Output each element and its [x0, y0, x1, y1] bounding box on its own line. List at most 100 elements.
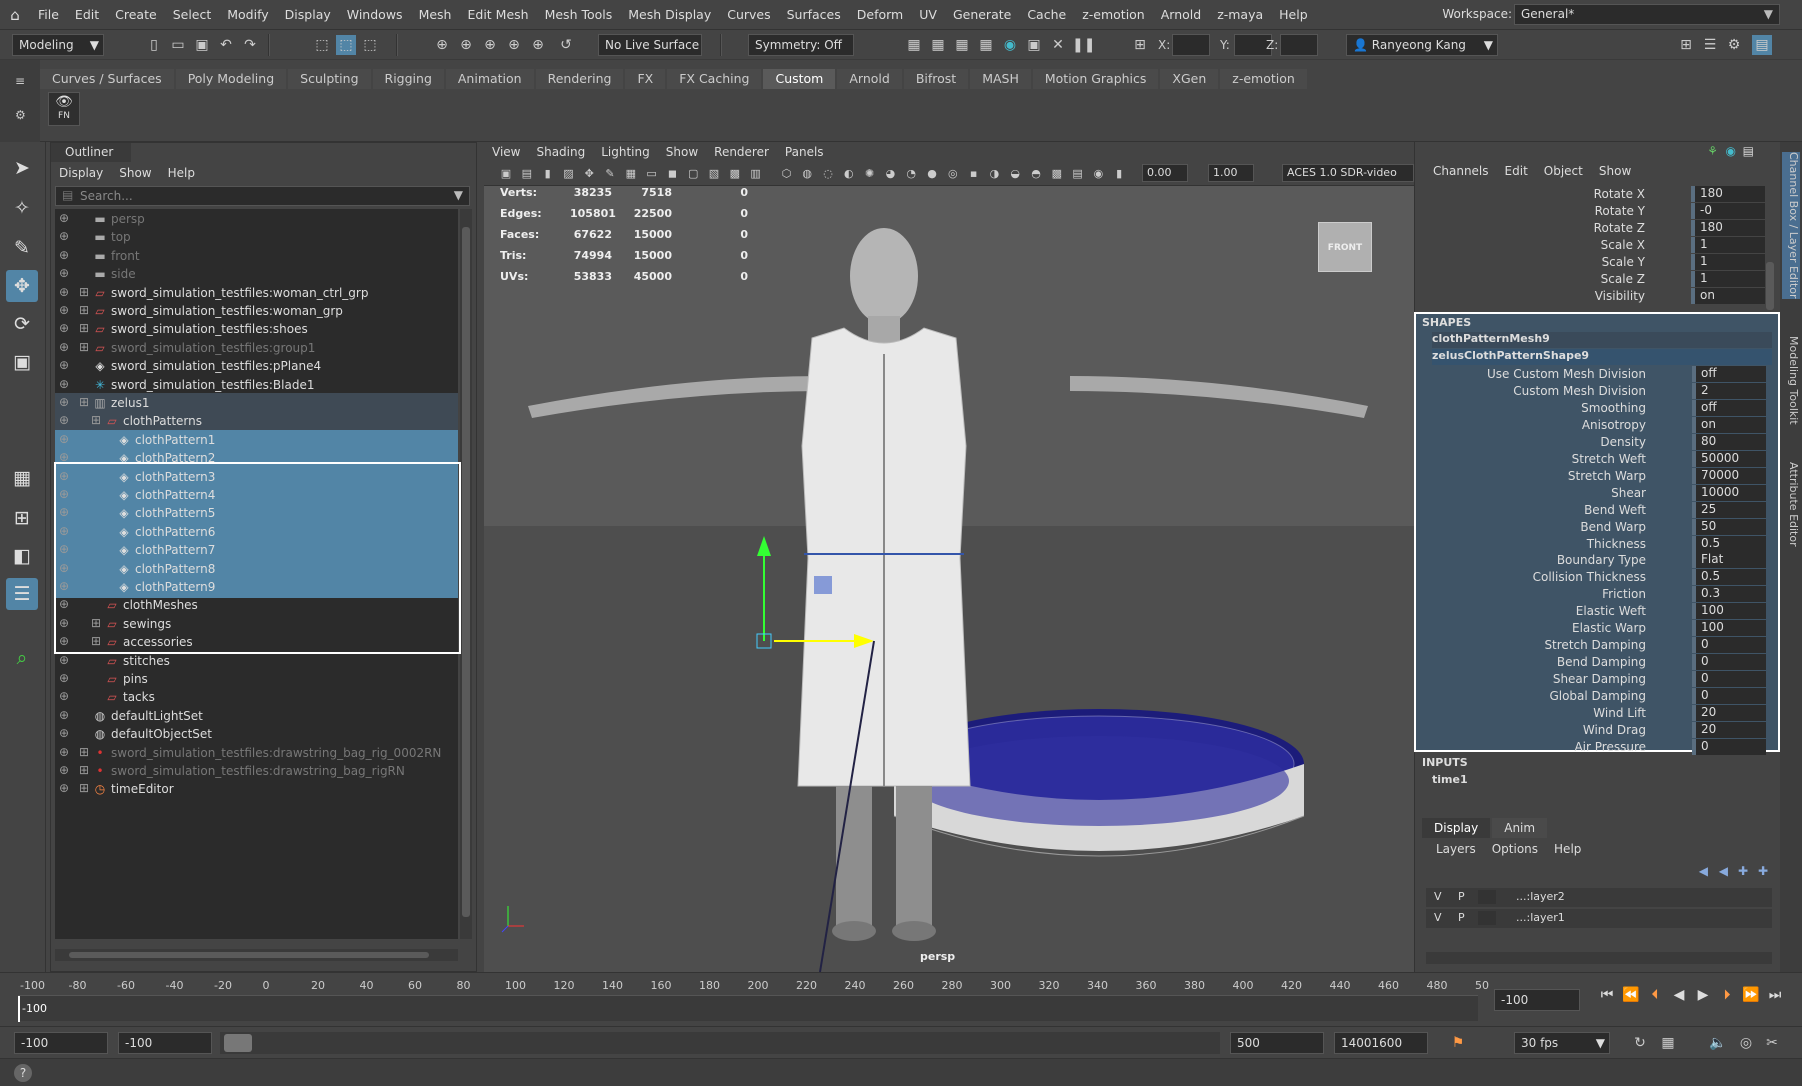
- new-scene-icon[interactable]: ▯: [144, 35, 164, 55]
- attribute-value-field[interactable]: 10000: [1692, 484, 1766, 501]
- attribute-editor-icon[interactable]: ☰: [1700, 35, 1720, 55]
- tool-settings-icon[interactable]: ⚙: [1724, 35, 1744, 55]
- expand-toggle-icon[interactable]: ⊕: [59, 266, 69, 280]
- expand-toggle-icon[interactable]: ⊕: [59, 303, 69, 317]
- attribute-value-field[interactable]: 2: [1692, 382, 1766, 399]
- shelf-tab-rigging[interactable]: Rigging: [372, 69, 444, 89]
- attribute-value-field[interactable]: 0.5: [1692, 569, 1766, 586]
- modeling-toolkit-icon[interactable]: ⊞: [1676, 35, 1696, 55]
- new-layer-icon[interactable]: ✚: [1738, 864, 1748, 878]
- attribute-row[interactable]: Friction 0.3: [1416, 586, 1766, 603]
- outliner-menu-show[interactable]: Show: [111, 166, 159, 180]
- expand-toggle-icon[interactable]: ⊕: [59, 653, 69, 667]
- shadows-icon[interactable]: ◕: [880, 164, 900, 184]
- plus-icon[interactable]: ⊞: [79, 285, 89, 299]
- move-layer-down-icon[interactable]: ◀: [1719, 864, 1728, 878]
- menu-generate[interactable]: Generate: [945, 7, 1019, 22]
- safe-title-icon[interactable]: ▥: [746, 164, 766, 184]
- 2d-pan-icon[interactable]: ✥: [579, 164, 599, 184]
- film-gate-icon[interactable]: ▭: [642, 164, 662, 184]
- scrollbar-thumb[interactable]: [69, 952, 429, 958]
- field-chart-icon[interactable]: ▧: [704, 164, 724, 184]
- expand-toggle-icon[interactable]: ⊕: [59, 469, 69, 483]
- attribute-value-field[interactable]: 0.5: [1692, 535, 1766, 552]
- render-frame-icon[interactable]: ▦: [904, 35, 924, 55]
- shape-node-mesh[interactable]: clothPatternMesh9: [1432, 332, 1772, 348]
- outliner-menu-help[interactable]: Help: [160, 166, 203, 180]
- attribute-value-field[interactable]: 20: [1692, 721, 1766, 738]
- expand-toggle-icon[interactable]: ⊕: [59, 689, 69, 703]
- shelf-button-fn[interactable]: 👁 FN: [48, 92, 80, 126]
- menu-surfaces[interactable]: Surfaces: [779, 7, 849, 22]
- layer-color-swatch[interactable]: [1478, 890, 1496, 904]
- expand-toggle-icon[interactable]: ⊕: [59, 597, 69, 611]
- symmetry-dropdown[interactable]: Symmetry: Off: [748, 34, 854, 56]
- snap-view-icon[interactable]: ⊕: [504, 35, 524, 55]
- play-forwards-icon[interactable]: ▶: [1692, 984, 1714, 1006]
- grease-pencil-icon[interactable]: ✎: [600, 164, 620, 184]
- attribute-row[interactable]: Wind Drag 20: [1416, 721, 1766, 739]
- menu-select[interactable]: Select: [165, 7, 220, 22]
- expand-toggle-icon[interactable]: ⊕: [59, 285, 69, 299]
- attribute-value-field[interactable]: on: [1691, 288, 1765, 304]
- depth-icon[interactable]: ▪: [964, 164, 984, 184]
- select-tool-icon[interactable]: ➤: [6, 152, 38, 184]
- attribute-row[interactable]: Smoothing off: [1416, 399, 1766, 417]
- layer-visibility-toggle[interactable]: V: [1434, 911, 1442, 924]
- render-sequence-icon[interactable]: ▦: [928, 35, 948, 55]
- loop-icon[interactable]: ↻: [1630, 1033, 1650, 1053]
- expand-toggle-icon[interactable]: ⊕: [59, 561, 69, 575]
- attribute-value-field[interactable]: 70000: [1692, 467, 1766, 484]
- attribute-row[interactable]: Rotate Y -0: [1415, 203, 1765, 220]
- plus-icon[interactable]: ⊞: [79, 340, 89, 354]
- layer-menu-layers[interactable]: Layers: [1428, 842, 1484, 856]
- attribute-value-field[interactable]: -0: [1691, 203, 1765, 219]
- step-forward-key-icon[interactable]: ⏵: [1716, 984, 1738, 1006]
- attribute-row[interactable]: Scale X 1: [1415, 237, 1765, 254]
- plus-icon[interactable]: ⊞: [79, 395, 89, 409]
- expand-toggle-icon[interactable]: ⊕: [59, 505, 69, 519]
- lasso-tool-icon[interactable]: ✧: [6, 192, 38, 224]
- menu-cache[interactable]: Cache: [1019, 7, 1074, 22]
- attribute-value-field[interactable]: 1: [1691, 237, 1765, 253]
- menu-edit[interactable]: Edit: [67, 7, 107, 22]
- shape-node-zelus[interactable]: zelusClothPatternShape9: [1432, 349, 1772, 365]
- step-forward-icon[interactable]: ⏩: [1740, 984, 1762, 1006]
- bookmark-icon[interactable]: ▮: [538, 164, 558, 184]
- time-slider[interactable]: -100 -80 -60 -40 -20 0 20 40 60 80 100 120 140 160 180…: [0, 972, 1802, 1026]
- z-field[interactable]: [1280, 34, 1318, 56]
- layer-visibility-toggle[interactable]: V: [1434, 890, 1442, 903]
- playback-end-field[interactable]: 500: [1230, 1032, 1324, 1054]
- cache-icon[interactable]: ▦: [1658, 1033, 1678, 1053]
- snap-grid-icon[interactable]: ⊕: [432, 35, 452, 55]
- outliner-horizontal-scrollbar[interactable]: [55, 949, 458, 961]
- render-settings-icon[interactable]: ▦: [976, 35, 996, 55]
- attribute-value-field[interactable]: 100: [1692, 603, 1766, 620]
- menu-display[interactable]: Display: [277, 7, 339, 22]
- attribute-value-field[interactable]: off: [1692, 399, 1766, 416]
- isolate-select-icon[interactable]: ▩: [1047, 164, 1067, 184]
- shelf-tab-fx[interactable]: FX: [625, 69, 666, 89]
- outliner-row[interactable]: ⊕ ⊞ ◷ timeEditor: [55, 779, 458, 800]
- plus-icon[interactable]: ⊞: [79, 321, 89, 335]
- fps-dropdown[interactable]: 30 fps ▼: [1514, 1032, 1610, 1054]
- channel-menu-object[interactable]: Object: [1536, 164, 1591, 178]
- motion-blur-icon[interactable]: ●: [922, 164, 942, 184]
- go-to-start-icon[interactable]: ⏮: [1596, 984, 1618, 1006]
- attribute-value-field[interactable]: 1: [1691, 254, 1765, 270]
- side-tab-1[interactable]: Modeling Toolkit: [1782, 336, 1800, 425]
- hypershade-icon[interactable]: ◉: [1000, 35, 1020, 55]
- menu-mesh-display[interactable]: Mesh Display: [620, 7, 719, 22]
- bounding-box-icon[interactable]: ◌: [818, 164, 838, 184]
- side-tab-2[interactable]: Attribute Editor: [1782, 462, 1800, 547]
- attribute-value-field[interactable]: 180: [1691, 220, 1765, 236]
- expand-toggle-icon[interactable]: ⊕: [59, 377, 69, 391]
- layer-menu-options[interactable]: Options: [1484, 842, 1546, 856]
- viewport-menu-shading[interactable]: Shading: [528, 145, 593, 159]
- shelf-tab-fx-caching[interactable]: FX Caching: [667, 69, 762, 89]
- attribute-value-field[interactable]: Flat: [1692, 552, 1766, 569]
- viewport-menu-lighting[interactable]: Lighting: [593, 145, 658, 159]
- attribute-row[interactable]: Scale Z 1: [1415, 271, 1765, 288]
- search-icon[interactable]: ⌕: [6, 642, 38, 674]
- anim-prefs-icon[interactable]: ◎: [1736, 1033, 1756, 1053]
